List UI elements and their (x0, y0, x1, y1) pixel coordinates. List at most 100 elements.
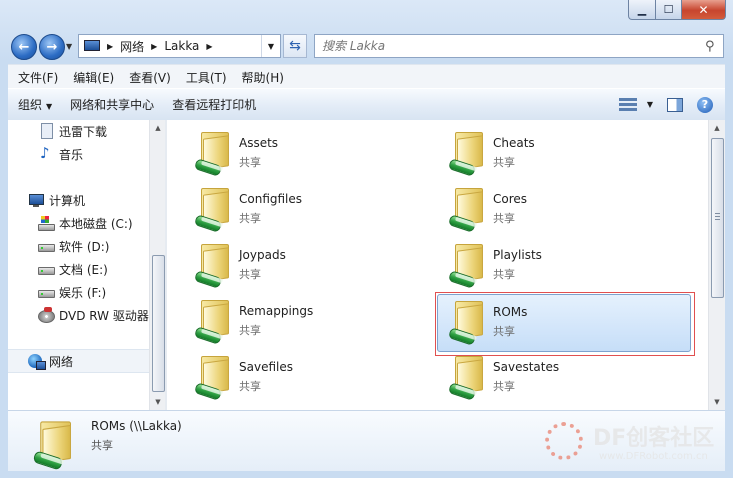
folder-name: Savefiles (239, 360, 293, 374)
scroll-up-arrow[interactable]: ▲ (150, 120, 166, 136)
chevron-right-icon[interactable]: ▶ (104, 42, 116, 51)
chevron-right-icon[interactable]: ▶ (148, 42, 160, 51)
scroll-up-arrow[interactable]: ▲ (709, 120, 725, 136)
shared-folder-icon (193, 240, 231, 289)
window-controls: ▁ ☐ ✕ (628, 0, 726, 20)
nav-item-drive-c[interactable]: 本地磁盘 (C:) (38, 213, 133, 233)
folder-tile-cores[interactable]: Cores 共享 (441, 179, 693, 235)
folder-tile-playlists[interactable]: Playlists 共享 (441, 235, 693, 291)
folder-name: Configfiles (239, 192, 303, 206)
shared-folder-icon (193, 352, 231, 401)
nav-pane-scrollbar[interactable]: ▲ ▼ (149, 120, 166, 410)
folder-tile-joypads[interactable]: Joypads 共享 (187, 235, 439, 291)
help-button[interactable]: ? (697, 96, 713, 113)
folder-name: Savestates (493, 360, 560, 374)
scroll-thumb[interactable] (152, 255, 165, 392)
menu-file[interactable]: 文件(F) (8, 69, 63, 86)
organize-label: 组织 (18, 98, 43, 112)
nav-item-network[interactable]: 网络 (28, 351, 73, 371)
folder-name: ROMs (493, 305, 528, 319)
content-pane: Assets 共享 Cheats 共享 Configfiles 共享 Cores… (167, 120, 708, 410)
scroll-down-arrow[interactable]: ▼ (150, 394, 166, 410)
folder-tile-savefiles[interactable]: Savefiles 共享 (187, 347, 439, 403)
chevron-right-icon[interactable]: ▶ (203, 42, 215, 51)
thunder-download-icon (38, 123, 54, 139)
folder-name: Cores (493, 192, 528, 206)
forward-button[interactable]: → (39, 34, 65, 60)
nav-item-label: 音乐 (59, 147, 84, 162)
minimize-button[interactable]: ▁ (628, 0, 656, 20)
chevron-down-icon: ▼ (646, 100, 653, 109)
address-bar[interactable]: ▶ 网络 ▶ Lakka ▶ ▼ (78, 34, 281, 58)
change-view-button[interactable]: ▼ (618, 97, 653, 112)
computer-icon (28, 192, 44, 208)
nav-item-label: 本地磁盘 (C:) (59, 216, 133, 231)
arrow-right-icon: → (46, 39, 58, 55)
refresh-button[interactable]: ⇆ (283, 34, 307, 58)
network-icon (28, 353, 46, 370)
shared-folder-icon (447, 297, 485, 346)
menu-help[interactable]: 帮助(H) (232, 69, 289, 86)
refresh-icon: ⇆ (289, 38, 301, 54)
shared-folder-icon (193, 128, 231, 177)
drive-icon (38, 261, 55, 277)
remote-printer-button[interactable]: 查看远程打印机 (162, 96, 264, 113)
menu-tools[interactable]: 工具(T) (176, 69, 232, 86)
drive-icon (38, 238, 55, 254)
nav-item-music[interactable]: 音乐 (38, 144, 83, 164)
nav-item-drive-e[interactable]: 文档 (E:) (38, 259, 108, 279)
close-button[interactable]: ✕ (682, 0, 726, 20)
menu-edit[interactable]: 编辑(E) (63, 69, 119, 86)
details-title: ROMs (\\Lakka) (91, 419, 182, 433)
folder-type: 共享 (493, 325, 515, 338)
breadcrumb-lakka[interactable]: Lakka (160, 39, 203, 53)
menu-bar: 文件(F) 编辑(E) 查看(V) 工具(T) 帮助(H) (8, 64, 725, 89)
dvd-drive-icon (38, 307, 55, 323)
back-button[interactable]: ← (11, 34, 37, 60)
folder-type: 共享 (239, 156, 261, 169)
search-box[interactable]: ⚲ (314, 34, 724, 58)
folder-tile-roms[interactable]: ROMs 共享 (435, 292, 695, 356)
nav-item-computer[interactable]: 计算机 (28, 190, 85, 210)
watermark: DF创客社区 www.DFRobot.com.cn (545, 418, 731, 470)
recent-pages-dropdown[interactable]: ▼ (66, 42, 72, 51)
network-center-button[interactable]: 网络和共享中心 (60, 96, 162, 113)
search-input[interactable] (315, 38, 705, 54)
nav-item-dvd-drive[interactable]: DVD RW 驱动器 (38, 305, 149, 325)
watermark-url: www.DFRobot.com.cn (599, 451, 708, 462)
folder-type: 共享 (239, 380, 261, 393)
folder-name: Remappings (239, 304, 314, 318)
shared-folder-icon (447, 240, 485, 289)
nav-item-label: DVD RW 驱动器 (59, 308, 149, 323)
folder-type: 共享 (493, 156, 515, 169)
system-drive-icon (38, 215, 55, 231)
shared-folder-icon (447, 128, 485, 177)
shared-folder-icon (32, 417, 73, 471)
folder-tile-savestates[interactable]: Savestates 共享 (441, 347, 693, 403)
folder-tile-cheats[interactable]: Cheats 共享 (441, 123, 693, 179)
nav-item-drive-d[interactable]: 软件 (D:) (38, 236, 109, 256)
scroll-down-arrow[interactable]: ▼ (709, 394, 725, 410)
organize-button[interactable]: 组织 ▼ (8, 96, 60, 113)
address-dropdown[interactable]: ▼ (260, 35, 280, 57)
nav-item-thunder-download[interactable]: 迅雷下载 (38, 121, 107, 141)
preview-pane-button[interactable] (667, 97, 683, 112)
nav-item-drive-f[interactable]: 娱乐 (F:) (38, 282, 106, 302)
folder-tile-remappings[interactable]: Remappings 共享 (187, 291, 439, 347)
breadcrumb-network[interactable]: 网络 (116, 38, 148, 55)
shared-folder-icon (193, 296, 231, 345)
scroll-thumb[interactable] (711, 138, 724, 298)
folder-tile-configfiles[interactable]: Configfiles 共享 (187, 179, 439, 235)
folder-tile-assets[interactable]: Assets 共享 (187, 123, 439, 179)
search-icon[interactable]: ⚲ (705, 39, 723, 54)
gear-logo-icon (545, 422, 583, 460)
menu-view[interactable]: 查看(V) (119, 69, 176, 86)
folder-type: 共享 (493, 268, 515, 281)
watermark-logo: DF创客社区 (593, 426, 715, 451)
chevron-down-icon: ▼ (46, 102, 53, 111)
maximize-button[interactable]: ☐ (656, 0, 682, 20)
network-location-icon (83, 39, 101, 53)
content-scrollbar[interactable]: ▲ ▼ (708, 120, 725, 410)
folder-type: 共享 (239, 212, 261, 225)
nav-item-label: 计算机 (49, 193, 86, 208)
